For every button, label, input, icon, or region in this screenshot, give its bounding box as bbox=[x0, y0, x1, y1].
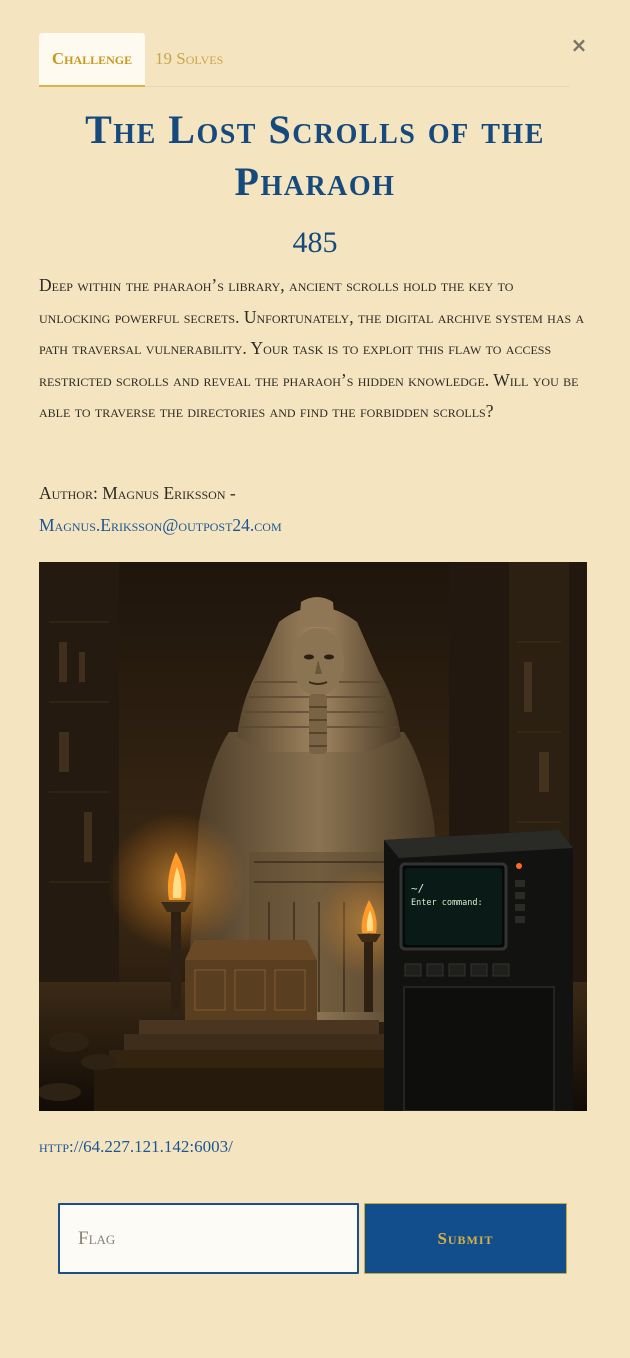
submit-button[interactable]: Submit bbox=[364, 1203, 567, 1274]
author-label: Author: Magnus Eriksson - bbox=[39, 483, 236, 503]
tab-bar: Challenge 19 Solves bbox=[39, 33, 570, 87]
challenge-title: The Lost Scrolls of the Pharaoh bbox=[85, 107, 545, 204]
pharaoh-tomb-illustration: ~/ Enter command: bbox=[39, 562, 587, 1111]
author-email-link[interactable]: Magnus.Eriksson@outpost24.com bbox=[39, 515, 282, 535]
challenge-points: 485 bbox=[292, 226, 338, 259]
challenge-author: Author: Magnus Eriksson - Magnus.Eriksso… bbox=[39, 477, 589, 541]
challenge-modal: × Challenge 19 Solves The Lost Scrolls o… bbox=[0, 0, 630, 1358]
challenge-connection-url[interactable]: http://64.227.121.142:6003/ bbox=[39, 1132, 579, 1162]
challenge-description: Deep within the pharaoh’s library, ancie… bbox=[39, 275, 585, 421]
terminal-prompt-text: ~/ bbox=[411, 882, 424, 895]
flag-input[interactable] bbox=[58, 1203, 359, 1274]
tab-challenge[interactable]: Challenge bbox=[39, 33, 145, 87]
close-icon[interactable]: × bbox=[568, 34, 590, 56]
tab-solves[interactable]: 19 Solves bbox=[155, 33, 245, 87]
challenge-image: ~/ Enter command: bbox=[39, 562, 587, 1111]
terminal-command-text: Enter command: bbox=[411, 898, 483, 908]
